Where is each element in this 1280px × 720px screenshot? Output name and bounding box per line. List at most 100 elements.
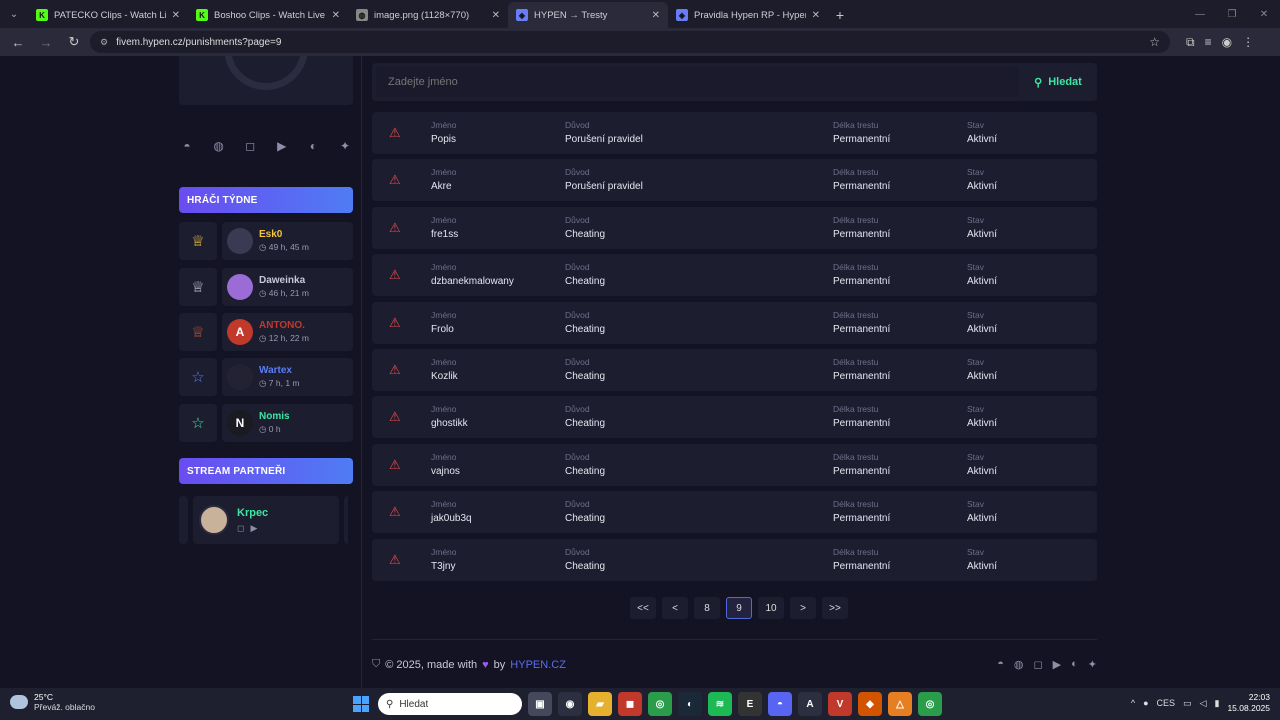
- top-player[interactable]: ♕ Esk0 ◷ 49 h, 45 m: [179, 222, 353, 260]
- youtube-icon[interactable]: ▶: [250, 523, 257, 534]
- punishment-row[interactable]: ⚠ Jméno Kozlik Důvod Cheating Délka trestu…: [372, 348, 1097, 391]
- punishment-row[interactable]: ⚠ Jméno fre1ss Důvod Cheating Délka trestu…: [372, 206, 1097, 249]
- top-player[interactable]: ♕ A ANTONO. ◷ 12 h, 22 m: [179, 313, 353, 351]
- extensions-icon[interactable]: ⧉: [1186, 35, 1195, 50]
- taskbar-search[interactable]: ⚲ Hledat: [378, 693, 522, 715]
- browser-tab[interactable]: K Boshoo Clips - Watch Live on K ✕: [188, 2, 348, 28]
- punishment-row[interactable]: ⚠ Jméno vajnos Důvod Cheating Délka trestu…: [372, 443, 1097, 486]
- state-col: Stav Aktivní: [967, 167, 997, 192]
- brand-link[interactable]: HYPEN.CZ: [510, 659, 566, 671]
- page-button[interactable]: >>: [822, 597, 848, 619]
- steam-icon[interactable]: ◐: [305, 138, 321, 154]
- battery-icon[interactable]: ▮: [1215, 698, 1220, 709]
- patreon-icon[interactable]: ◍: [1014, 658, 1024, 671]
- system-tray: ^ ● CES ▭ ◁ ▮ 22:03 15.08.2025: [1131, 692, 1270, 714]
- app-red-icon[interactable]: ◼: [618, 692, 642, 716]
- twitter-icon[interactable]: ✦: [1088, 658, 1097, 671]
- weather-widget[interactable]: 25°C Převáž. oblačno: [10, 692, 95, 712]
- app-triangle-icon[interactable]: △: [888, 692, 912, 716]
- tab-close-icon[interactable]: ✕: [172, 10, 180, 21]
- top-player[interactable]: ☆ Wartex ◷ 7 h, 1 m: [179, 358, 353, 396]
- punishment-row[interactable]: ⚠ Jméno T3jny Důvod Cheating Délka trestu P…: [372, 538, 1097, 581]
- maximize-icon[interactable]: ❐: [1216, 0, 1248, 28]
- instagram-icon[interactable]: ◻: [237, 523, 244, 534]
- minimize-icon[interactable]: —: [1184, 0, 1216, 28]
- youtube-icon[interactable]: ▶: [1053, 658, 1061, 671]
- close-window-icon[interactable]: ✕: [1248, 0, 1280, 28]
- tray-chevron-icon[interactable]: ^: [1131, 698, 1135, 708]
- punishment-row[interactable]: ⚠ Jméno Akre Důvod Porušení pravidel Délka…: [372, 159, 1097, 202]
- page-button[interactable]: 10: [758, 597, 784, 619]
- punishment-row[interactable]: ⚠ Jméno Frolo Důvod Cheating Délka trestu P…: [372, 301, 1097, 344]
- menu-icon[interactable]: ⋮: [1242, 35, 1254, 49]
- app-v-icon[interactable]: V: [828, 692, 852, 716]
- discord-icon[interactable]: ◓: [179, 138, 195, 154]
- search-button[interactable]: ⚲ Hledat: [1019, 63, 1097, 101]
- player-info: Esk0 ◷ 49 h, 45 m: [222, 222, 353, 260]
- site-info-icon[interactable]: ⚙: [100, 37, 108, 48]
- punishment-row[interactable]: ⚠ Jméno jak0ub3q Důvod Cheating Délka tres…: [372, 491, 1097, 534]
- windows-start-icon[interactable]: [350, 693, 372, 715]
- page-button[interactable]: <: [662, 597, 688, 619]
- forward-icon[interactable]: →: [34, 30, 58, 54]
- state-value: Aktivní: [967, 276, 998, 288]
- profile-icon[interactable]: ◉: [1222, 35, 1232, 49]
- discord-icon[interactable]: ◓: [997, 658, 1004, 671]
- file-explorer-icon[interactable]: ▰: [588, 692, 612, 716]
- player-name: Popis: [431, 134, 457, 145]
- reason-col: Důvod Cheating: [565, 452, 605, 477]
- steam-icon[interactable]: ◐: [1071, 658, 1078, 671]
- browser-tab[interactable]: ◈ Pravidla Hypen RP - Hypen ✕: [668, 2, 828, 28]
- partner-carousel: Krpec ◻ ▶: [179, 496, 353, 544]
- steam-app-icon[interactable]: ◐: [678, 692, 702, 716]
- top-player[interactable]: ☆ N Nomis ◷ 0 h: [179, 404, 353, 442]
- bookmark-star-icon[interactable]: ☆: [1149, 35, 1160, 49]
- app-icon[interactable]: ◉: [558, 692, 582, 716]
- spotify-icon[interactable]: ≋: [708, 692, 732, 716]
- tab-close-icon[interactable]: ✕: [812, 10, 820, 21]
- chrome-active-icon[interactable]: ◎: [918, 692, 942, 716]
- browser-tab[interactable]: ◈ HYPEN → Tresty ✕: [508, 2, 668, 28]
- punishment-row[interactable]: ⚠ Jméno dzbanekmalowany Důvod Cheating Dél…: [372, 254, 1097, 297]
- epic-games-icon[interactable]: E: [738, 692, 762, 716]
- app-a-icon[interactable]: A: [798, 692, 822, 716]
- reload-icon[interactable]: ↻: [62, 30, 86, 54]
- punishment-row[interactable]: ⚠ Jméno ghostikk Důvod Cheating Délka tres…: [372, 396, 1097, 439]
- page-button[interactable]: 8: [694, 597, 720, 619]
- network-icon[interactable]: ▭: [1183, 698, 1192, 709]
- instagram-icon[interactable]: ◻: [1034, 658, 1043, 671]
- search-input[interactable]: [376, 67, 1019, 97]
- twitter-icon[interactable]: ✦: [337, 138, 353, 154]
- length-label: Délka trestu: [833, 309, 879, 320]
- mic-icon[interactable]: ●: [1143, 698, 1148, 708]
- app-orange-icon[interactable]: ◆: [858, 692, 882, 716]
- new-tab-button[interactable]: +: [828, 2, 852, 28]
- partner-card[interactable]: Krpec ◻ ▶: [193, 496, 339, 544]
- volume-icon[interactable]: ◁: [1200, 698, 1207, 709]
- patreon-icon[interactable]: ◍: [211, 138, 227, 154]
- browser-tab[interactable]: K PATECKO Clips - Watch Live on ✕: [28, 2, 188, 28]
- page-button[interactable]: <<: [630, 597, 656, 619]
- tab-close-icon[interactable]: ✕: [332, 10, 340, 21]
- clock[interactable]: 22:03 15.08.2025: [1227, 692, 1270, 714]
- punishment-row[interactable]: ⚠ Jméno Popis Důvod Porušení pravidel Délk…: [372, 112, 1097, 154]
- back-icon[interactable]: ←: [6, 30, 30, 54]
- page-button[interactable]: 9: [726, 597, 752, 619]
- tab-close-icon[interactable]: ✕: [492, 10, 500, 21]
- tab-close-icon[interactable]: ✕: [652, 10, 660, 21]
- instagram-icon[interactable]: ◻: [242, 138, 258, 154]
- reason-value: Cheating: [565, 418, 606, 430]
- browser-tab[interactable]: ◍ image.png (1128×770) ✕: [348, 2, 508, 28]
- task-view-icon[interactable]: ▣: [528, 692, 552, 716]
- page-button[interactable]: >: [790, 597, 816, 619]
- top-player[interactable]: ♕ Daweinka ◷ 46 h, 21 m: [179, 268, 353, 306]
- url-field[interactable]: ⚙ fivem.hypen.cz/punishments?page=9 ☆: [90, 31, 1170, 53]
- media-icon[interactable]: ≡: [1205, 35, 1212, 49]
- length-col: Délka trestu Permanentní: [833, 404, 890, 429]
- chrome-icon[interactable]: ◎: [648, 692, 672, 716]
- language-indicator[interactable]: CES: [1157, 698, 1176, 708]
- tab-search-icon[interactable]: ⌄: [0, 0, 28, 28]
- browser-tabbar: ⌄ K PATECKO Clips - Watch Live on ✕K Bos…: [0, 0, 1280, 28]
- youtube-icon[interactable]: ▶: [274, 138, 290, 154]
- discord-app-icon[interactable]: ◓: [768, 692, 792, 716]
